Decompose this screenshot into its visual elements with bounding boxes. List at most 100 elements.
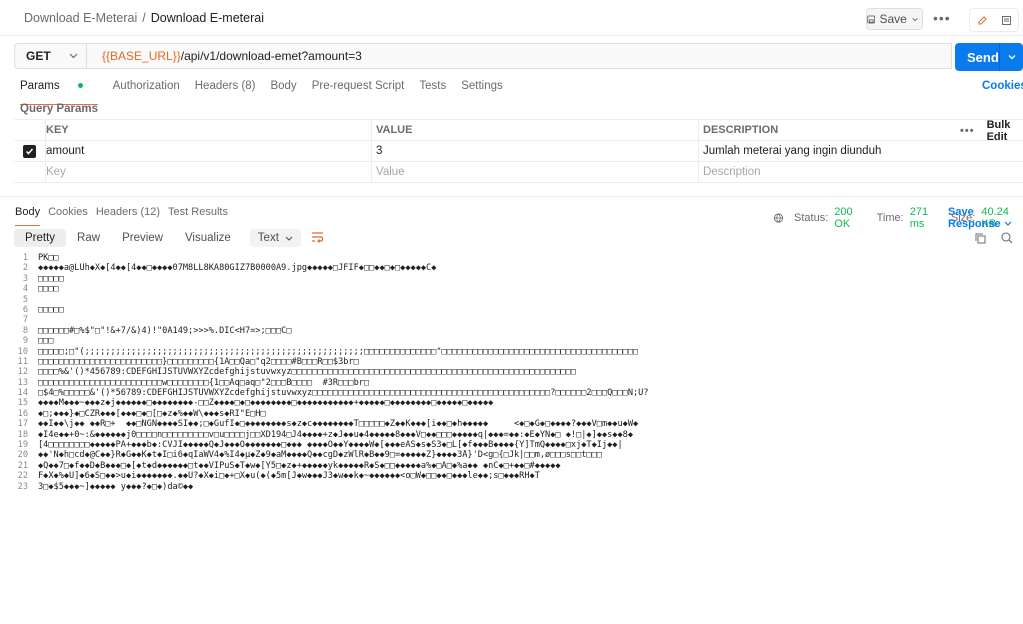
format-type-label: Text xyxy=(257,232,279,244)
save-response-button[interactable]: Save Response xyxy=(948,206,1023,230)
documentation-icon[interactable] xyxy=(994,9,1018,31)
chevron-down-icon xyxy=(285,236,293,241)
param-checkbox-cell xyxy=(14,141,46,161)
method-select[interactable]: GET xyxy=(14,43,86,69)
format-type-select[interactable]: Text xyxy=(249,229,301,247)
tab-response-headers[interactable]: Headers (12) xyxy=(96,206,160,218)
response-body[interactable]: 1 PK□□ 2 ◆◆◆◆◆a@LUh◆X◆[4◆◆[4◆◆□◆◆◆◆07M8LL8K… xyxy=(0,253,1023,624)
format-preview[interactable]: Preview xyxy=(111,229,174,247)
line-text: □□□ xyxy=(38,336,54,347)
line-number: 20 xyxy=(17,450,28,461)
format-bar: Pretty Raw Preview Visualize Text xyxy=(14,228,324,248)
line-number: 5 xyxy=(22,294,28,305)
code-line: 19 [4□□□□□□□□◆◆◆◆◆PA+◆◆◆b◆:CVJI◆◆◆◆◆Q◆J◆◆… xyxy=(0,440,1023,450)
format-pretty[interactable]: Pretty xyxy=(14,229,67,247)
line-text: □□□□□□□□□□□□□□□□□□□□□□□□w□□□□□□□□{1□□Aq□… xyxy=(38,377,370,388)
line-number: 14 xyxy=(17,388,28,399)
breadcrumb-parent[interactable]: Download E-Meterai xyxy=(24,11,137,25)
code-line: 3 □□□□□ xyxy=(0,274,1023,284)
code-line: 18 ◆I4e◆◆+0~:&◆◆◆◆◆◆j0□□□□n□□□□□□□□□v□u□□… xyxy=(0,430,1023,440)
line-number: 21 xyxy=(17,460,28,471)
description-placeholder[interactable]: Description xyxy=(699,162,1023,182)
breadcrumb-current[interactable]: Download E-meterai xyxy=(151,11,264,25)
line-text: [4□□□□□□□□◆◆◆◆◆PA+◆◆◆b◆:CVJI◆◆◆◆◆Q◆J◆◆◆O… xyxy=(38,440,623,451)
line-text: □□□□ xyxy=(38,284,59,295)
code-line: 11 □□□□□□□□□□□□□□□□□□□□□□□□}□□□□□□□□□{1A□… xyxy=(0,357,1023,367)
more-options-button[interactable]: ••• xyxy=(933,10,951,26)
copy-icon[interactable] xyxy=(975,233,986,247)
format-visualize[interactable]: Visualize xyxy=(174,229,242,247)
tab-headers[interactable]: Headers (8) xyxy=(195,80,256,100)
header-key: KEY xyxy=(46,120,372,140)
code-line: 6 □□□□□ xyxy=(0,305,1023,315)
search-icon[interactable] xyxy=(1001,232,1013,247)
line-text: □□□□□□□□□□□□□□□□□□□□□□□□}□□□□□□□□□{1A□□Q… xyxy=(38,356,359,367)
code-line: 4 □□□□ xyxy=(0,284,1023,294)
code-line: 14 □$4□%□□□□□&'()*56789:CDEFGHIJSTUVWXYZc… xyxy=(0,388,1023,398)
request-tabs: Params Authorization Headers (8) Body Pr… xyxy=(20,80,518,105)
line-number: 9 xyxy=(22,336,28,347)
top-bar: Download E-Meterai / Download E-meterai Sa… xyxy=(0,0,1023,36)
save-label: Save xyxy=(879,12,907,26)
save-button[interactable]: Save xyxy=(866,8,923,30)
code-line: 15 ◆◆◆◆M◆◆◆~◆◆◆z◆j◆◆◆◆◆◆□◆◆◆◆◆◆◆◆-□□Z◆◆◆◆… xyxy=(0,398,1023,408)
tab-response-body[interactable]: Body xyxy=(15,206,41,226)
params-more-button[interactable]: ••• xyxy=(960,125,975,137)
chevron-down-icon[interactable] xyxy=(1007,52,1017,62)
code-line: 13 □□□□□□□□□□□□□□□□□□□□□□□□w□□□□□□□□{1□□A… xyxy=(0,378,1023,388)
code-line: 17 ◆◆I◆◆\j◆◆ ◆◆R□+ ◆◆□NGN◆◆◆◆SI◆◆;□◆GufI◆… xyxy=(0,419,1023,429)
format-raw[interactable]: Raw xyxy=(66,229,111,247)
tab-test-results[interactable]: Test Results xyxy=(168,206,228,218)
key-placeholder[interactable]: Key xyxy=(46,162,372,182)
send-button[interactable]: Send xyxy=(955,43,1023,71)
line-text: F◆X◆%◆U]◆6◆S□◆◆>u◆i◆◆◆◆◆◆◆.◆◆U?◆X◆i□◆+□X… xyxy=(38,471,540,482)
chevron-down-icon xyxy=(1004,221,1012,226)
param-value[interactable]: 3 xyxy=(372,141,699,161)
line-text: ◆Q◆◆7□◆f◆◆D◆B◆◆◆□◆[◆t◆d◆◆◆◆◆◆□t◆◆VIPuS◆T… xyxy=(38,460,561,471)
line-number: 13 xyxy=(17,377,28,388)
method-label: GET xyxy=(26,49,51,63)
url-path: /api/v1/download-emet?amount=3 xyxy=(180,49,362,63)
code-line: 20 ◆◆'N◆h□cd◆@C◆◆}R◆G◆◆K◆t◆I□i6◆qIaWV4◆%I… xyxy=(0,450,1023,460)
tab-params[interactable]: Params xyxy=(20,80,98,105)
param-row-empty: Key Value Description xyxy=(14,162,1023,183)
line-number: 11 xyxy=(17,356,28,367)
tab-tests[interactable]: Tests xyxy=(419,80,446,100)
status-code[interactable]: 200 OK xyxy=(834,206,868,230)
line-number: 1 xyxy=(22,253,28,263)
tab-pre-request-script[interactable]: Pre-request Script xyxy=(312,80,405,100)
code-line: 22 F◆X◆%◆U]◆6◆S□◆◆>u◆i◆◆◆◆◆◆◆.◆◆U?◆X◆i□◆+… xyxy=(0,471,1023,481)
edit-icon[interactable] xyxy=(970,9,994,31)
code-line: 2 ◆◆◆◆◆a@LUh◆X◆[4◆◆[4◆◆□◆◆◆◆07M8LL8KA80GI… xyxy=(0,263,1023,273)
line-number: 22 xyxy=(17,471,28,482)
line-number: 15 xyxy=(17,398,28,409)
breadcrumb-separator: / xyxy=(142,10,146,25)
url-input[interactable]: {{BASE_URL}}/api/v1/download-emet?amount… xyxy=(86,43,952,69)
code-line: 10 □□□□□;□"(;;;;;;;;;;;;;;;;;;;;;;;;;;;;;… xyxy=(0,347,1023,357)
line-text: □□□□□□#□%$"□"!&+7/&)4)!"0A149;>>>%.DIC<H… xyxy=(38,325,292,336)
tab-settings[interactable]: Settings xyxy=(461,80,503,100)
value-placeholder[interactable]: Value xyxy=(372,162,699,182)
tab-body[interactable]: Body xyxy=(270,80,296,100)
bulk-edit-button[interactable]: Bulk Edit xyxy=(987,119,1023,143)
param-key[interactable]: amount xyxy=(46,141,372,161)
line-number: 18 xyxy=(17,429,28,440)
line-number: 23 xyxy=(17,481,28,492)
cookies-link[interactable]: Cookies xyxy=(982,80,1023,92)
param-checkbox[interactable] xyxy=(23,144,36,158)
wrap-lines-icon[interactable] xyxy=(311,231,324,246)
code-line: 8 □□□□□□#□%$"□"!&+7/&)4)!"0A149;>>>%.DIC<… xyxy=(0,326,1023,336)
globe-icon[interactable] xyxy=(773,212,784,224)
param-description[interactable]: Jumlah meterai yang ingin diunduh xyxy=(699,141,1023,161)
request-bar: GET {{BASE_URL}}/api/v1/download-emet?am… xyxy=(14,43,1023,71)
line-number: 10 xyxy=(17,346,28,357)
tab-response-cookies[interactable]: Cookies xyxy=(48,206,88,218)
query-params-title: Query Params xyxy=(20,103,98,115)
time-label: Time: xyxy=(876,212,904,224)
response-time[interactable]: 271 ms xyxy=(910,206,943,230)
header-value: VALUE xyxy=(372,120,699,140)
code-line: 23 3□◆$5◆◆◆~]◆◆◆◆◆ y◆◆◆?◆□◆)da©◆◆ xyxy=(0,482,1023,492)
response-bar: Body Cookies Headers (12) Test Results S… xyxy=(0,196,1023,230)
line-text: ◆□;◆◆◆}◆□CZR◆◆◆[◆◆◆□◆□[□◆z◆%◆◆W\◆◆◆s◆RI"… xyxy=(38,408,266,419)
tab-authorization[interactable]: Authorization xyxy=(113,80,180,100)
